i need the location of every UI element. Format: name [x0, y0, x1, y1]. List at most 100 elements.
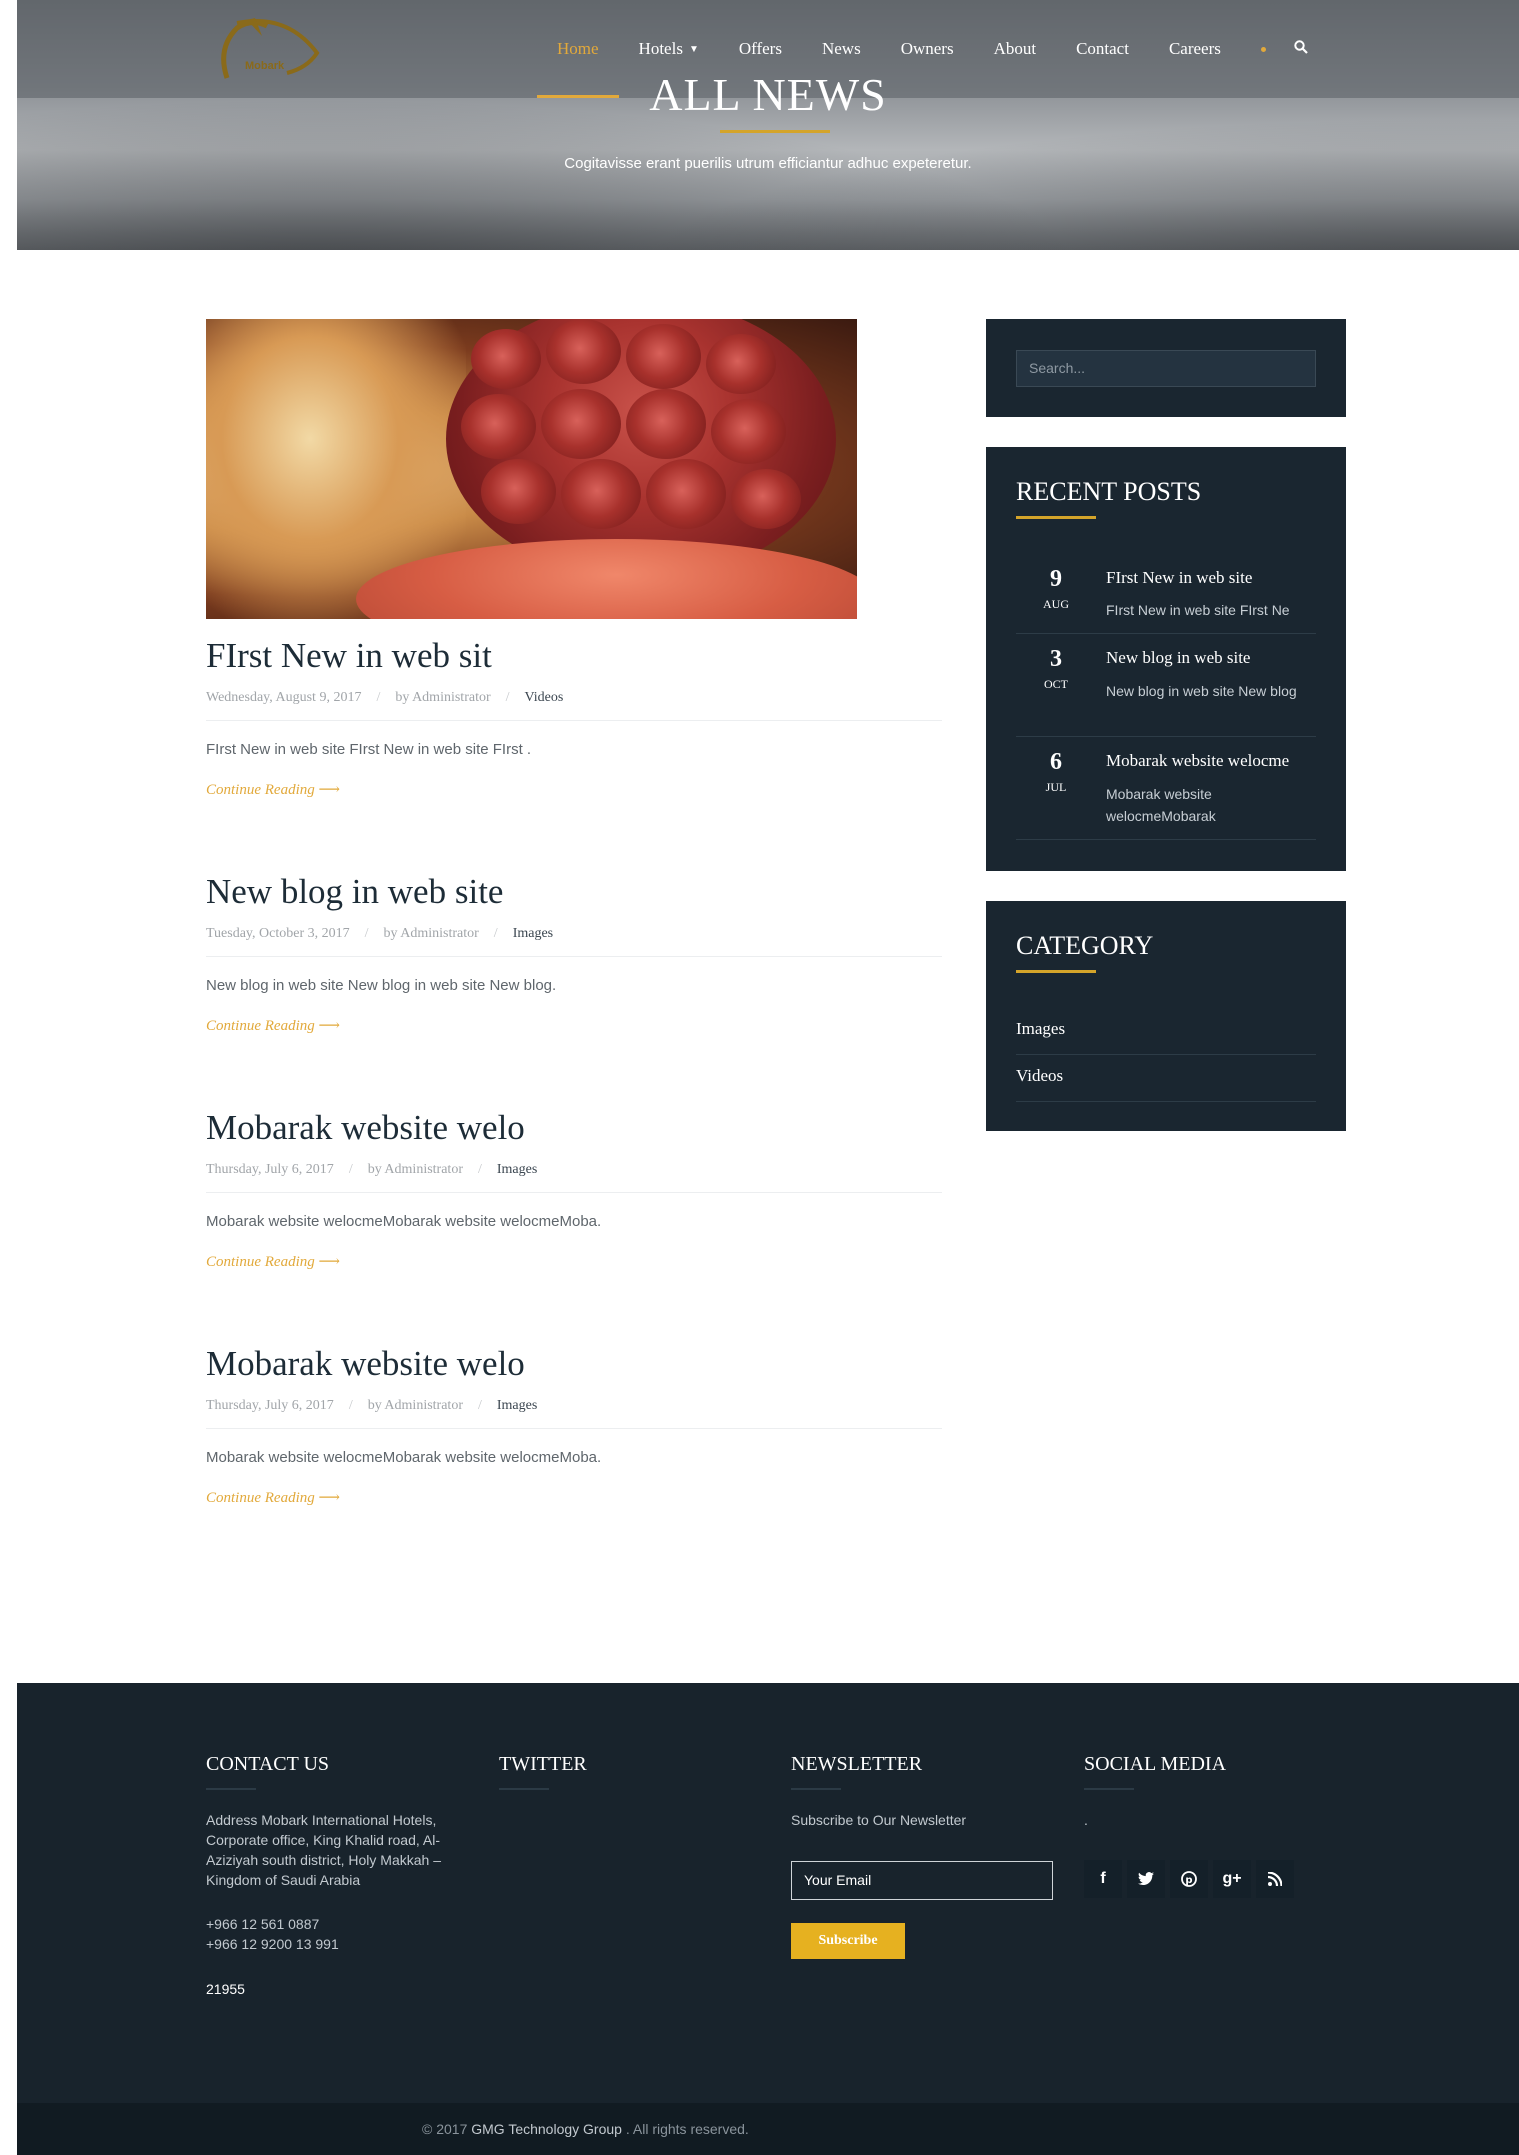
continue-reading-link[interactable]: Continue Reading ⟶ — [206, 1488, 340, 1507]
recent-post-title[interactable]: Mobarak website welocme — [1106, 751, 1289, 771]
category-link-images[interactable]: Images — [1016, 1019, 1316, 1055]
page-title: ALL NEWS — [649, 69, 887, 120]
post-date: Thursday, July 6, 2017 — [206, 1398, 334, 1413]
footer-newsletter: NEWSLETTER Subscribe to Our Newsletter Y… — [791, 1753, 1071, 1993]
continue-reading-link[interactable]: Continue Reading ⟶ — [206, 1252, 340, 1271]
category-link-videos[interactable]: Videos — [1016, 1066, 1316, 1102]
post-excerpt: Mobarak website welocmeMobarak website w… — [206, 1213, 602, 1230]
copyright-prefix: © 2017 — [422, 2121, 468, 2137]
footer-address: Address Mobark International Hotels, Cor… — [206, 1812, 441, 1888]
widget-title: RECENT POSTS — [1016, 477, 1202, 506]
footer-title: TWITTER — [499, 1753, 587, 1775]
recent-post-day: 3 — [1050, 646, 1062, 672]
recent-posts-widget: RECENT POSTS 9 AUG FIrst New in web site… — [986, 447, 1346, 871]
search-icon[interactable] — [1294, 39, 1308, 59]
title-underline — [720, 130, 830, 133]
meta-separator: / — [348, 1162, 353, 1177]
footer-contact: CONTACT US Address Mobark International … — [206, 1753, 466, 1999]
nav-label: News — [821, 39, 861, 58]
footer-title-underline — [1084, 1788, 1134, 1790]
post-title[interactable]: New blog in web site — [206, 872, 942, 912]
post-date: Wednesday, August 9, 2017 — [206, 690, 362, 705]
rose — [706, 334, 776, 394]
nav-label: Home — [557, 39, 599, 58]
recent-post-day: 9 — [1050, 566, 1062, 592]
continue-reading-link[interactable]: Continue Reading ⟶ — [206, 1016, 340, 1035]
post-excerpt: FIrst New in web site FIrst New in web s… — [206, 741, 532, 758]
post-meta: Tuesday, October 3, 2017 / by Administrat… — [206, 926, 942, 942]
post-category[interactable]: Videos — [525, 690, 564, 706]
post-title[interactable]: FIrst New in web sit — [206, 636, 942, 676]
footer-phone: +966 12 561 0887 — [206, 1916, 320, 1932]
twitter-icon[interactable] — [1127, 1860, 1165, 1898]
social-icons: f p g+ — [1084, 1860, 1299, 1898]
divider — [206, 1428, 942, 1429]
post-meta: Thursday, July 6, 2017 / by Administrator… — [206, 1162, 942, 1178]
post-author: by Administrator — [367, 1398, 463, 1413]
recent-post-day: 6 — [1050, 749, 1062, 775]
nav-label: Contact — [1076, 39, 1129, 58]
post-title[interactable]: Mobarak website welo — [206, 1344, 942, 1384]
divider — [206, 720, 942, 721]
rose — [546, 319, 621, 384]
post-date: Tuesday, October 3, 2017 — [206, 926, 350, 941]
hero-banner: Mobark Home Hotels ▼ Offers News Owners A… — [17, 0, 1519, 250]
caret-down-icon: ▼ — [688, 43, 699, 55]
nav-label: Hotels — [638, 39, 683, 58]
footer-title: SOCIAL MEDIA — [1084, 1753, 1227, 1775]
svg-text:p: p — [1185, 1875, 1192, 1886]
facebook-icon[interactable]: f — [1084, 1860, 1122, 1898]
category-widget: CATEGORY Images Videos — [986, 901, 1346, 1131]
recent-post-title[interactable]: FIrst New in web site — [1106, 568, 1252, 588]
social-text: . — [1084, 1812, 1088, 1828]
pinterest-icon[interactable]: p — [1170, 1860, 1208, 1898]
post-meta: Wednesday, August 9, 2017 / by Administra… — [206, 690, 942, 706]
post-excerpt: New blog in web site New blog in web sit… — [206, 977, 557, 994]
newsletter-text: Subscribe to Our Newsletter — [791, 1812, 967, 1828]
rose — [646, 459, 726, 529]
nav-label: Careers — [1168, 39, 1221, 58]
copyright-bar: © 2017 GMG Technology Group . All rights… — [17, 2103, 1519, 2155]
rss-icon[interactable] — [1256, 1860, 1294, 1898]
footer-social: SOCIAL MEDIA . f p g+ — [1084, 1753, 1344, 1953]
subscribe-button[interactable]: Subscribe — [791, 1923, 905, 1959]
search-widget: Search... — [986, 319, 1346, 417]
post-excerpt: Mobarak website welocmeMobarak website w… — [206, 1449, 602, 1466]
rose — [711, 399, 786, 464]
post-category[interactable]: Images — [497, 1162, 537, 1178]
meta-separator: / — [505, 690, 510, 705]
copyright: © 2017 GMG Technology Group . All rights… — [422, 2121, 749, 2137]
recent-post-item[interactable]: 3 OCT New blog in web site New blog in w… — [1016, 634, 1316, 737]
recent-post-item[interactable]: 6 JUL Mobarak website welocme Mobarak we… — [1016, 737, 1316, 840]
post-category[interactable]: Images — [513, 926, 553, 942]
post-item: Mobarak website welo Thursday, July 6, 2… — [206, 1108, 942, 1271]
recent-post-title[interactable]: New blog in web site — [1106, 648, 1250, 668]
meta-separator: / — [477, 1162, 482, 1177]
nav-label: About — [993, 39, 1037, 58]
post-title[interactable]: Mobarak website welo — [206, 1108, 942, 1148]
title-underline — [1016, 516, 1096, 519]
footer-pobox: 21955 — [206, 1981, 245, 1997]
meta-separator: / — [364, 926, 369, 941]
post-item: FIrst New in web sit Wednesday, August 9… — [206, 636, 942, 799]
post-item: New blog in web site Tuesday, October 3,… — [206, 872, 942, 1035]
footer-title-underline — [791, 1788, 841, 1790]
recent-post-excerpt: New blog in web site New blog — [1106, 683, 1297, 699]
post-meta: Thursday, July 6, 2017 / by Administrator… — [206, 1398, 942, 1414]
post-category[interactable]: Images — [497, 1398, 537, 1414]
rose — [626, 389, 706, 459]
post-date: Thursday, July 6, 2017 — [206, 1162, 334, 1177]
recent-post-item[interactable]: 9 AUG FIrst New in web site FIrst New in… — [1016, 550, 1316, 634]
email-field[interactable]: Your Email — [791, 1861, 1053, 1900]
footer-twitter: TWITTER — [499, 1753, 759, 1790]
copyright-suffix: . All rights reserved. — [625, 2121, 749, 2137]
search-input[interactable]: Search... — [1016, 350, 1316, 387]
brand-link[interactable]: GMG Technology Group — [471, 2121, 622, 2137]
continue-reading-link[interactable]: Continue Reading ⟶ — [206, 780, 340, 799]
post-item: Mobarak website welo Thursday, July 6, 2… — [206, 1344, 942, 1507]
google-plus-icon[interactable]: g+ — [1213, 1860, 1251, 1898]
rose — [626, 324, 701, 389]
footer-title: CONTACT US — [206, 1753, 330, 1775]
footer-title-underline — [499, 1788, 549, 1790]
post-featured-image[interactable] — [206, 319, 857, 619]
